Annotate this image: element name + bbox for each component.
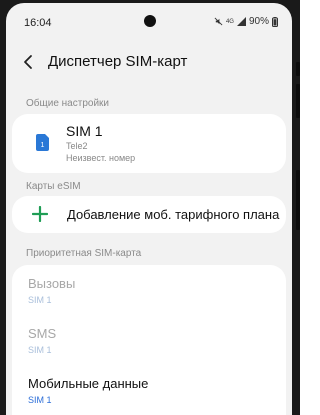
back-arrow-icon[interactable] bbox=[18, 51, 40, 73]
add-mobile-plan-button[interactable]: Добавление моб. тарифного плана bbox=[12, 196, 286, 233]
side-button bbox=[296, 170, 300, 230]
side-button bbox=[296, 62, 300, 76]
priority-item-value: SIM 1 bbox=[28, 295, 52, 305]
4g-icon: 4G bbox=[225, 18, 234, 25]
front-camera bbox=[144, 15, 156, 27]
sim-card-item[interactable]: 1 SIM 1 Tele2 Неизвест. номер bbox=[12, 114, 286, 173]
priority-item-title: Мобильные данные bbox=[28, 376, 149, 391]
sim-card-icon: 1 bbox=[36, 134, 49, 151]
priority-item-title: SMS bbox=[28, 326, 57, 341]
sim-operator: Tele2 bbox=[66, 141, 88, 151]
sim-number: Неизвест. номер bbox=[66, 153, 136, 163]
battery-icon bbox=[272, 16, 278, 27]
sim-name: SIM 1 bbox=[66, 123, 103, 139]
add-mobile-plan-label: Добавление моб. тарифного плана bbox=[67, 207, 280, 222]
section-label-priority: Приоритетная SIM-карта bbox=[26, 248, 142, 259]
mute-icon bbox=[214, 17, 223, 26]
priority-item-value: SIM 1 bbox=[28, 345, 52, 355]
side-button bbox=[296, 84, 300, 118]
priority-sim-card: Вызовы SIM 1 SMS SIM 1 Мобильные данные … bbox=[12, 265, 286, 415]
priority-item-mobile-data[interactable]: Мобильные данные SIM 1 bbox=[12, 373, 286, 413]
screen: 16:04 4G 90% Диспетчер SIM-карт Общие на… bbox=[6, 3, 292, 415]
plus-icon bbox=[32, 206, 48, 222]
svg-text:1: 1 bbox=[41, 142, 45, 149]
page-title: Диспетчер SIM-карт bbox=[48, 53, 188, 70]
status-time: 16:04 bbox=[24, 17, 52, 29]
priority-item-calls[interactable]: Вызовы SIM 1 bbox=[12, 273, 286, 313]
priority-item-title: Вызовы bbox=[28, 276, 76, 291]
signal-icon bbox=[236, 17, 246, 26]
phone-frame: 16:04 4G 90% Диспетчер SIM-карт Общие на… bbox=[0, 0, 300, 415]
status-icons: 4G 90% bbox=[214, 16, 278, 27]
section-label-esim: Карты eSIM bbox=[26, 181, 81, 192]
status-bar: 16:04 4G 90% bbox=[6, 3, 292, 37]
priority-item-sms[interactable]: SMS SIM 1 bbox=[12, 323, 286, 363]
priority-item-value: SIM 1 bbox=[28, 395, 52, 405]
app-header: Диспетчер SIM-карт bbox=[6, 43, 292, 83]
battery-percent: 90% bbox=[248, 16, 269, 27]
section-label-general: Общие настройки bbox=[26, 98, 109, 109]
